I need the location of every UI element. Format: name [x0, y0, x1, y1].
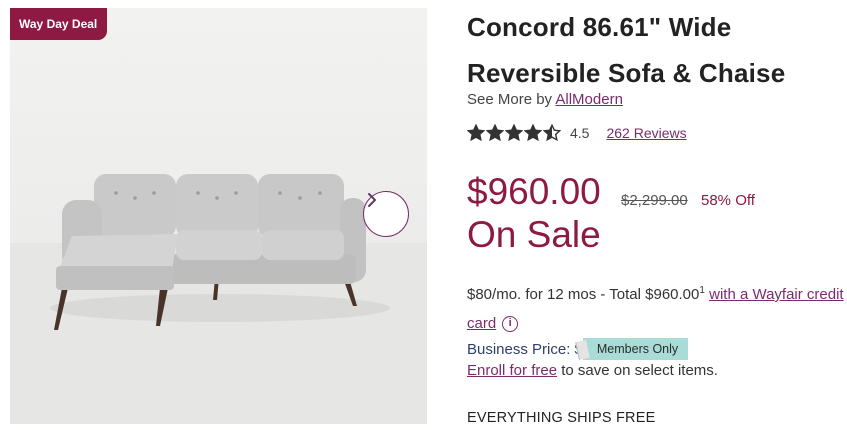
- financing-footnote: 1: [699, 285, 705, 296]
- financing-text: $80/mo. for 12 mos - Total $960.00: [467, 286, 700, 303]
- see-more-prefix: See More by: [467, 91, 553, 108]
- rating-value: 4.5: [570, 125, 590, 141]
- members-only-label: Members Only: [596, 342, 679, 356]
- rating-row: 4.5 262 Reviews: [467, 124, 687, 142]
- star-icon: [467, 124, 485, 142]
- enroll-row: Enroll for free to save on select items.: [467, 362, 718, 379]
- info-icon[interactable]: i: [502, 315, 519, 332]
- next-image-button[interactable]: [363, 191, 409, 237]
- product-title-line-2: Reversible Sofa & Chaise: [467, 58, 786, 88]
- on-sale-label: On Sale: [467, 214, 601, 255]
- product-title: Concord 86.61" Wide Reversible Sofa & Ch…: [467, 4, 842, 96]
- free-shipping-text: EVERYTHING SHIPS FREE: [467, 410, 656, 426]
- star-icon: [543, 124, 561, 142]
- business-price-label: Business Price: $: [467, 340, 583, 358]
- see-more-by: See More by AllModern: [467, 91, 623, 108]
- financing-info: $80/mo. for 12 mos - Total $960.001 with…: [467, 276, 847, 338]
- star-icon: [486, 124, 504, 142]
- enroll-text: to save on select items.: [557, 362, 718, 379]
- product-title-line-1: Concord 86.61" Wide: [467, 12, 732, 42]
- business-price: Business Price: $ Members Only: [467, 338, 689, 360]
- reviews-link[interactable]: 262 Reviews: [606, 125, 686, 141]
- star-icon: [505, 124, 523, 142]
- current-price: $960.00: [467, 171, 601, 212]
- star-icon: [524, 124, 542, 142]
- original-price: $2,299.00: [621, 192, 688, 209]
- way-day-deal-badge: Way Day Deal: [10, 8, 108, 40]
- discount-percent: 58% Off: [701, 192, 755, 209]
- chevron-right-icon: [368, 193, 376, 207]
- star-rating: [467, 124, 561, 142]
- enroll-link[interactable]: Enroll for free: [467, 362, 557, 379]
- product-image-gallery[interactable]: Way Day Deal: [10, 8, 427, 424]
- brand-link[interactable]: AllModern: [555, 91, 623, 108]
- members-only-badge[interactable]: Members Only: [575, 338, 689, 360]
